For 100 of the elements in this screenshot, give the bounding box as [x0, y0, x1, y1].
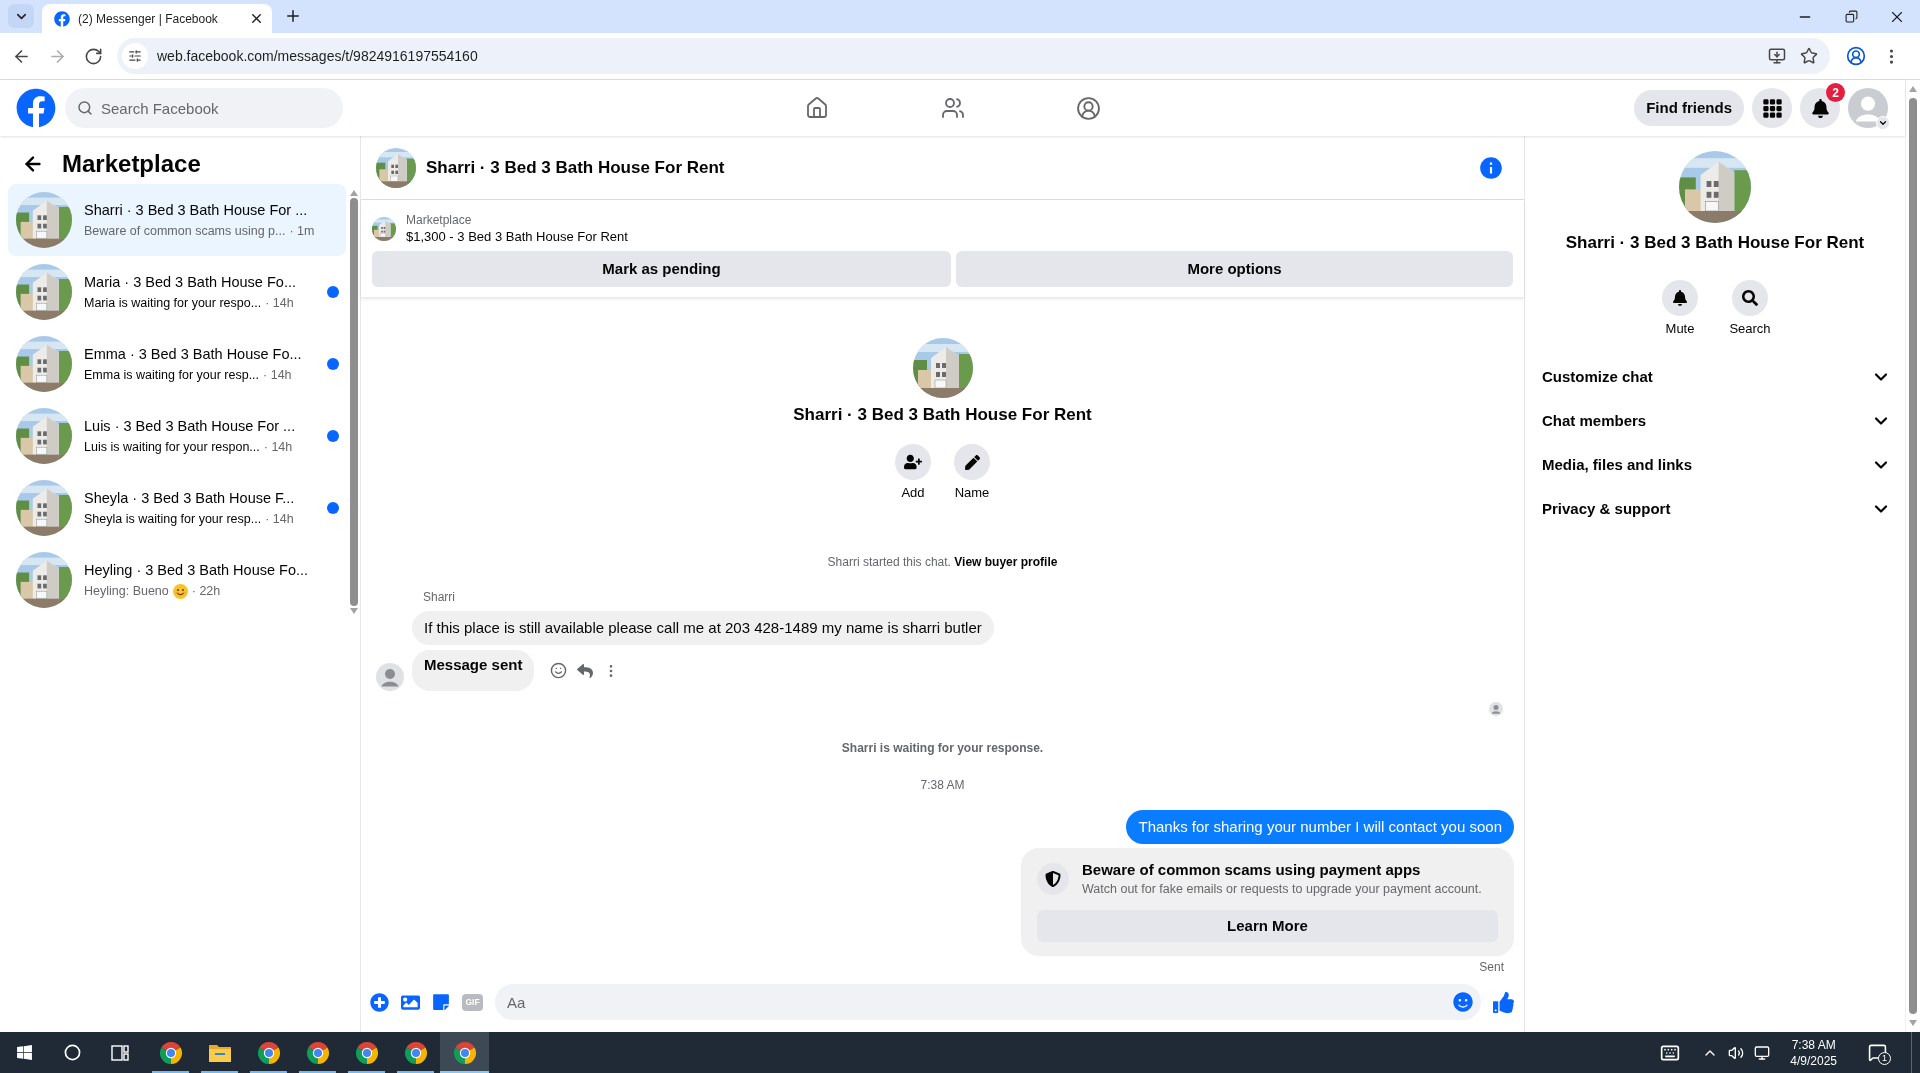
- button-label: Name: [954, 484, 990, 502]
- chrome-icon: [256, 1040, 281, 1065]
- info-icon[interactable]: [1478, 154, 1504, 181]
- taskbar-date: 4/9/2025: [1790, 1052, 1837, 1069]
- emoji-icon[interactable]: [1453, 992, 1473, 1012]
- browser-tab[interactable]: (2) Messenger | Facebook: [42, 4, 272, 33]
- chrome-icon: [158, 1040, 183, 1065]
- outgoing-message: Thanks for sharing your number I will contact you soon: [1126, 810, 1514, 844]
- message-preview: Heyling: Bueno: [84, 582, 169, 600]
- conversation-item[interactable]: Luis · 3 Bed 3 Bath House For ... Luis is waiting for your respon... · 14h: [8, 400, 347, 472]
- task-view-icon[interactable]: [111, 1044, 129, 1061]
- buyer-profile-link[interactable]: View buyer profile: [954, 555, 1058, 569]
- conversation-item[interactable]: Sheyla · 3 Bed 3 Bath House F... Sheyla is waiting for your resp... · 14h: [8, 472, 347, 544]
- conversation-title: Luis · 3 Bed 3 Bath House For ...: [84, 416, 297, 436]
- shield-icon: [1037, 863, 1069, 895]
- conversation-item[interactable]: Heyling · 3 Bed 3 Bath House Fo... Heyling: Bueno · 22h: [8, 544, 347, 616]
- install-icon[interactable]: [1768, 47, 1786, 65]
- house-photo: [16, 552, 72, 608]
- logo-icon[interactable]: [16, 88, 56, 128]
- section-label: Media, files and links: [1542, 454, 1694, 475]
- speech-bubble-icon[interactable]: [1867, 1043, 1887, 1062]
- message-preview: Sheyla is waiting for your resp...: [84, 510, 262, 528]
- home-icon[interactable]: [804, 95, 829, 120]
- house-photo: [16, 264, 72, 320]
- thumbs-up-icon[interactable]: [1493, 991, 1514, 1013]
- grid-button[interactable]: [1752, 88, 1792, 128]
- smile-icon[interactable]: [550, 662, 568, 679]
- notifications-button[interactable]: [1800, 88, 1840, 128]
- listing-title: $1,300 - 3 Bed 3 Bath House For Rent: [406, 228, 628, 245]
- conversation-title: Maria · 3 Bed 3 Bath House Fo...: [84, 272, 297, 292]
- restore-icon[interactable]: [1844, 10, 1858, 23]
- details-section[interactable]: Privacy & support: [1533, 487, 1897, 531]
- edit-name-button[interactable]: [954, 444, 990, 480]
- waiting-notice: Sharri is waiting for your response.: [841, 740, 1044, 756]
- conversation-title: Sheyla · 3 Bed 3 Bath House F...: [84, 488, 296, 508]
- taskbar-app[interactable]: [440, 1032, 489, 1073]
- listing-action-button[interactable]: More options: [956, 251, 1513, 287]
- message-timestamp: 7:38 AM: [920, 777, 965, 793]
- house-photo: [376, 147, 416, 188]
- warning-title: Beware of common scams using payment apps: [1082, 860, 1422, 880]
- incoming-message: Message sent: [412, 650, 535, 691]
- learn-more-button[interactable]: Learn More: [1037, 910, 1498, 942]
- sliders-icon: [128, 49, 142, 63]
- search-field[interactable]: Search Facebook: [65, 88, 343, 128]
- account-menu-button[interactable]: [1876, 116, 1890, 130]
- reply-icon[interactable]: [577, 662, 594, 679]
- notification-count: 2: [1826, 83, 1845, 102]
- search-button[interactable]: [1732, 280, 1768, 316]
- incoming-message: If this place is still available please call me at 203 428-1489 my name is sharri butler: [412, 611, 994, 645]
- chat-intro-title: Sharri · 3 Bed 3 Bath House For Rent: [793, 404, 1092, 426]
- house-photo: [372, 217, 396, 241]
- add-person-button[interactable]: [895, 444, 931, 480]
- conversation-item[interactable]: Maria · 3 Bed 3 Bath House Fo... Maria is waiting for your respo... · 14h: [8, 256, 347, 328]
- message-time: · 1m: [289, 222, 315, 240]
- note-icon[interactable]: [432, 993, 450, 1011]
- scrollbar-thumb[interactable]: [350, 198, 359, 606]
- logo-icon: [54, 10, 70, 27]
- star-icon[interactable]: [1800, 47, 1818, 65]
- profile-icon[interactable]: [1846, 46, 1866, 66]
- mute-button[interactable]: [1662, 280, 1698, 316]
- site-info-button[interactable]: [122, 43, 148, 69]
- address-bar[interactable]: web.facebook.com/messages/t/9824916197554160: [117, 38, 1830, 74]
- image-icon[interactable]: [401, 992, 420, 1012]
- tab-title: (2) Messenger | Facebook: [78, 10, 219, 28]
- details-title: Sharri · 3 Bed 3 Bath House For Rent: [1565, 232, 1865, 254]
- scrollbar-thumb[interactable]: [1909, 98, 1917, 1014]
- conversation-item[interactable]: Emma · 3 Bed 3 Bath House Fo... Emma is waiting for your resp... · 14h: [8, 328, 347, 400]
- close-icon[interactable]: [249, 11, 264, 26]
- message-input[interactable]: Aa: [495, 984, 1481, 1020]
- details-section[interactable]: Media, files and links: [1533, 443, 1897, 487]
- circle-icon[interactable]: [63, 1044, 81, 1061]
- details-section[interactable]: Chat members: [1533, 399, 1897, 443]
- people-icon[interactable]: [940, 95, 965, 120]
- grid-icon: [1761, 97, 1783, 119]
- windows-start-icon[interactable]: [15, 1044, 33, 1061]
- message-time: · 14h: [263, 366, 292, 384]
- listing-action-button[interactable]: Mark as pending: [372, 251, 951, 287]
- house-photo: [16, 192, 72, 248]
- chrome-icon: [403, 1040, 428, 1065]
- notification-count: 1: [1878, 1052, 1891, 1065]
- find-friends-button[interactable]: Find friends: [1634, 90, 1744, 126]
- chrome-icon: [452, 1040, 477, 1065]
- taskbar-time: 7:38 AM: [1791, 1036, 1836, 1053]
- message-time: · 14h: [265, 294, 294, 312]
- details-section[interactable]: Customize chat: [1533, 355, 1897, 399]
- sender-name: Sharri: [423, 590, 455, 604]
- house-photo: [16, 336, 72, 392]
- conversation-item[interactable]: Sharri · 3 Bed 3 Bath House For ... Beware of common scams using p... · 1m: [8, 184, 347, 256]
- message-preview: Luis is waiting for your respon...: [84, 438, 260, 456]
- person-circle-icon[interactable]: [1076, 95, 1101, 121]
- section-label: Privacy & support: [1542, 498, 1672, 519]
- button-label: Mute: [1665, 320, 1695, 338]
- reload-icon[interactable]: [84, 46, 103, 66]
- conversation-title: Heyling · 3 Bed 3 Bath House Fo...: [84, 560, 310, 580]
- new-tab-icon[interactable]: [284, 7, 302, 25]
- speaker-icon[interactable]: [1728, 1044, 1745, 1061]
- plus-icon[interactable]: [370, 992, 389, 1012]
- monitor-icon[interactable]: [1754, 1044, 1771, 1061]
- chat-title: Sharri · 3 Bed 3 Bath House For Rent: [426, 156, 726, 179]
- tab-list-button[interactable]: [8, 4, 34, 28]
